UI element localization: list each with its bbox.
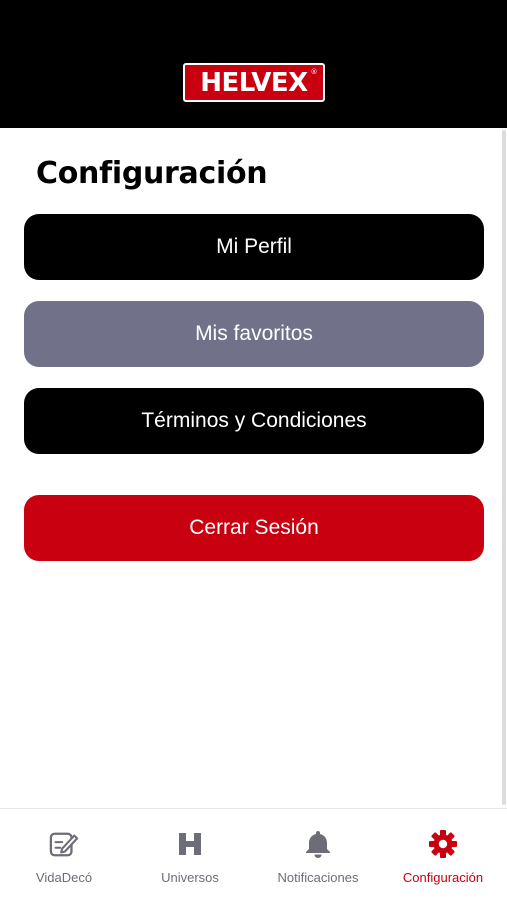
app-header: HELVEX ® <box>0 0 507 128</box>
edit-note-icon <box>49 829 79 859</box>
logo-text: HELVEX <box>200 67 308 98</box>
my-favorites-button[interactable]: Mis favoritos <box>24 301 484 367</box>
tab-configuracion[interactable]: Configuración <box>393 809 493 900</box>
terms-and-conditions-button[interactable]: Términos y Condiciones <box>24 388 484 454</box>
logout-button[interactable]: Cerrar Sesión <box>24 495 484 561</box>
page-title: Configuración <box>36 156 268 191</box>
h-logo-icon <box>175 829 205 859</box>
registered-mark: ® <box>310 68 318 76</box>
tab-notificaciones[interactable]: Notificaciones <box>268 809 368 900</box>
bottom-tab-bar: VidaDecó Universos Notificaciones Config… <box>0 808 507 900</box>
tab-vidadeco[interactable]: VidaDecó <box>14 809 114 900</box>
bell-icon <box>303 829 333 859</box>
scroll-indicator[interactable] <box>502 130 506 805</box>
gear-icon <box>428 829 458 859</box>
app-screen: HELVEX ® Configuración Mi Perfil Mis fav… <box>0 0 507 900</box>
tab-label-universos: Universos <box>161 870 219 885</box>
helvex-logo: HELVEX ® <box>183 63 325 102</box>
my-profile-button[interactable]: Mi Perfil <box>24 214 484 280</box>
tab-label-configuracion: Configuración <box>402 870 484 885</box>
tab-universos[interactable]: Universos <box>140 809 240 900</box>
tab-label-notificaciones: Notificaciones <box>277 870 359 885</box>
tab-label-vidadeco: VidaDecó <box>35 870 93 885</box>
